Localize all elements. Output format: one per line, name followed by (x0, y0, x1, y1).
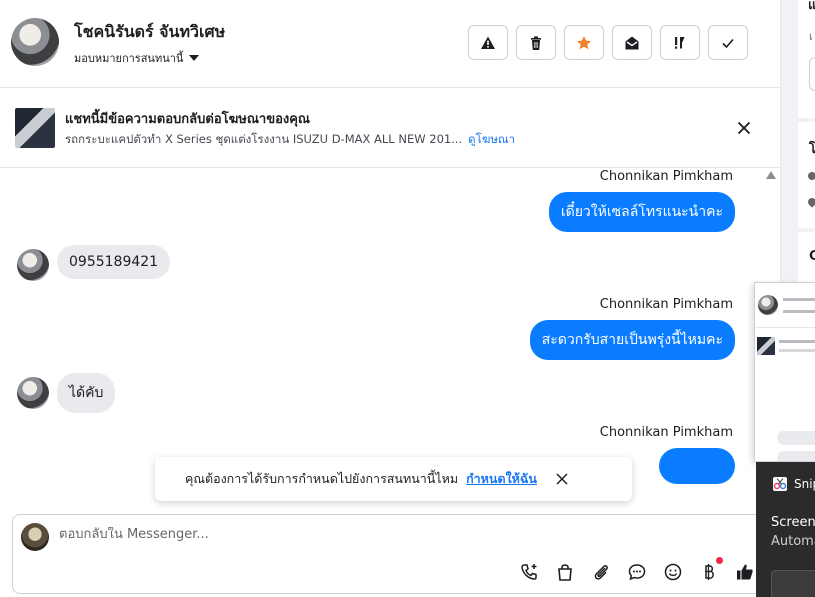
close-banner-button[interactable] (734, 118, 754, 138)
check-icon (722, 38, 734, 48)
preview-ad-thumbnail (757, 337, 775, 355)
sidebar-input[interactable] (809, 57, 815, 91)
contact-avatar-small[interactable] (17, 377, 49, 409)
snipping-tool-notification[interactable]: Snip Screens Automa (756, 462, 815, 597)
preview-avatar (758, 295, 778, 315)
snip-message-line: Automa (771, 534, 815, 549)
notification-dot (716, 557, 723, 564)
snip-app-name: Snip (794, 477, 815, 491)
snip-message: Screens Automa (771, 513, 815, 551)
message-sender: Chonnikan Pimkham (599, 425, 733, 440)
preview-bubble (777, 431, 815, 445)
baht-icon (705, 564, 714, 580)
page-avatar (21, 523, 49, 551)
close-icon (556, 473, 568, 485)
preview-line (783, 310, 815, 313)
reply-input[interactable] (59, 527, 659, 542)
toast-close-button[interactable] (555, 472, 569, 486)
ad-description: รถกระบะแคปตัวทำ X Series ชุดแต่งโรงงาน I… (65, 132, 463, 146)
ad-thumbnail[interactable] (15, 108, 55, 148)
attach-icon (594, 565, 608, 580)
shop-button[interactable] (554, 561, 576, 583)
close-icon (737, 121, 751, 135)
call-button[interactable] (518, 561, 540, 583)
snip-action-button[interactable] (771, 570, 815, 597)
assign-prompt-toast: คุณต้องการได้รับการกำหนดไปยังการสนทนานี้… (155, 457, 632, 501)
preview-bubble (777, 451, 815, 461)
saved-reply-button[interactable] (626, 561, 648, 583)
sidebar-heading: แ (808, 0, 815, 13)
mark-unread-button[interactable] (612, 25, 652, 60)
scroll-up-arrow-icon[interactable] (766, 171, 776, 179)
snipping-tool-icon (773, 477, 787, 491)
toast-text: คุณต้องการได้รับการกำหนดไปยังการสนทนานี้… (185, 471, 459, 486)
attach-button[interactable] (590, 561, 612, 583)
sidebar-section-title: C (809, 249, 815, 264)
screenshot-preview-thumbnail[interactable] (754, 282, 815, 462)
snip-message-line: Screens (771, 515, 815, 530)
composer-toolbar (518, 557, 756, 583)
sidebar-section-title: โ (809, 142, 815, 157)
incoming-message[interactable]: ได้คับ (57, 373, 116, 413)
star-button[interactable] (564, 25, 604, 60)
trash-icon (531, 36, 541, 50)
contact-avatar-small[interactable] (17, 249, 49, 281)
assign-dropdown[interactable]: มอบหมายการสนทนานี้ (74, 49, 200, 67)
star-icon (577, 35, 591, 49)
message-sender: Chonnikan Pimkham (599, 169, 733, 184)
ad-banner-subtitle: รถกระบะแคปตัวทำ X Series ชุดแต่งโรงงาน I… (65, 131, 515, 149)
delete-button[interactable] (516, 25, 556, 60)
envelope-open-icon (625, 36, 639, 49)
outgoing-message[interactable] (659, 448, 735, 484)
outgoing-message[interactable]: เดี๋ยวให้เซลล์โทรแนะนำคะ (548, 192, 735, 232)
ad-banner-title: แชทนี้มีข้อความตอบกลับต่อโฆษณาของคุณ (65, 112, 310, 127)
preview-line (783, 298, 815, 301)
preview-divider (755, 327, 815, 328)
caret-down-icon (189, 55, 200, 61)
payment-button[interactable] (698, 557, 723, 583)
chat-bubble-icon (628, 564, 646, 581)
preview-line (779, 340, 815, 343)
done-button[interactable] (708, 25, 748, 60)
preview-line (779, 349, 815, 352)
emoji-icon (664, 563, 682, 581)
assign-label: มอบหมายการสนทนานี้ (74, 52, 184, 65)
info-icon (808, 172, 815, 180)
call-icon (521, 564, 537, 580)
incoming-message[interactable]: 0955189421 (57, 245, 171, 279)
sidebar-label: เ (809, 30, 813, 43)
bag-icon (558, 564, 572, 581)
follow-up-icon (675, 36, 685, 49)
warning-icon (481, 36, 495, 49)
view-ad-link[interactable]: ดูโฆษณา (468, 132, 515, 146)
spam-button[interactable] (468, 25, 508, 60)
assign-to-me-link[interactable]: กำหนดให้ฉัน (466, 469, 537, 489)
conversation-header: โชคนิรันดร์ จันทวิเศษ มอบหมายการสนทนานี้ (0, 0, 780, 88)
emoji-button[interactable] (662, 561, 684, 583)
contact-avatar[interactable] (11, 18, 59, 66)
message-sender: Chonnikan Pimkham (599, 297, 733, 312)
follow-up-button[interactable] (660, 25, 700, 60)
outgoing-message[interactable]: สะดวกรับสายเป็นพรุ่งนี้ไหมคะ (529, 320, 735, 360)
thumbs-up-icon (737, 564, 753, 580)
like-button[interactable] (734, 561, 756, 583)
conversation-actions (468, 25, 748, 60)
message-composer (12, 514, 772, 594)
contact-name[interactable]: โชคนิรันดร์ จันทวิเศษ (74, 20, 225, 45)
ad-reply-banner: แชทนี้มีข้อความตอบกลับต่อโฆษณาของคุณ รถก… (0, 88, 780, 168)
